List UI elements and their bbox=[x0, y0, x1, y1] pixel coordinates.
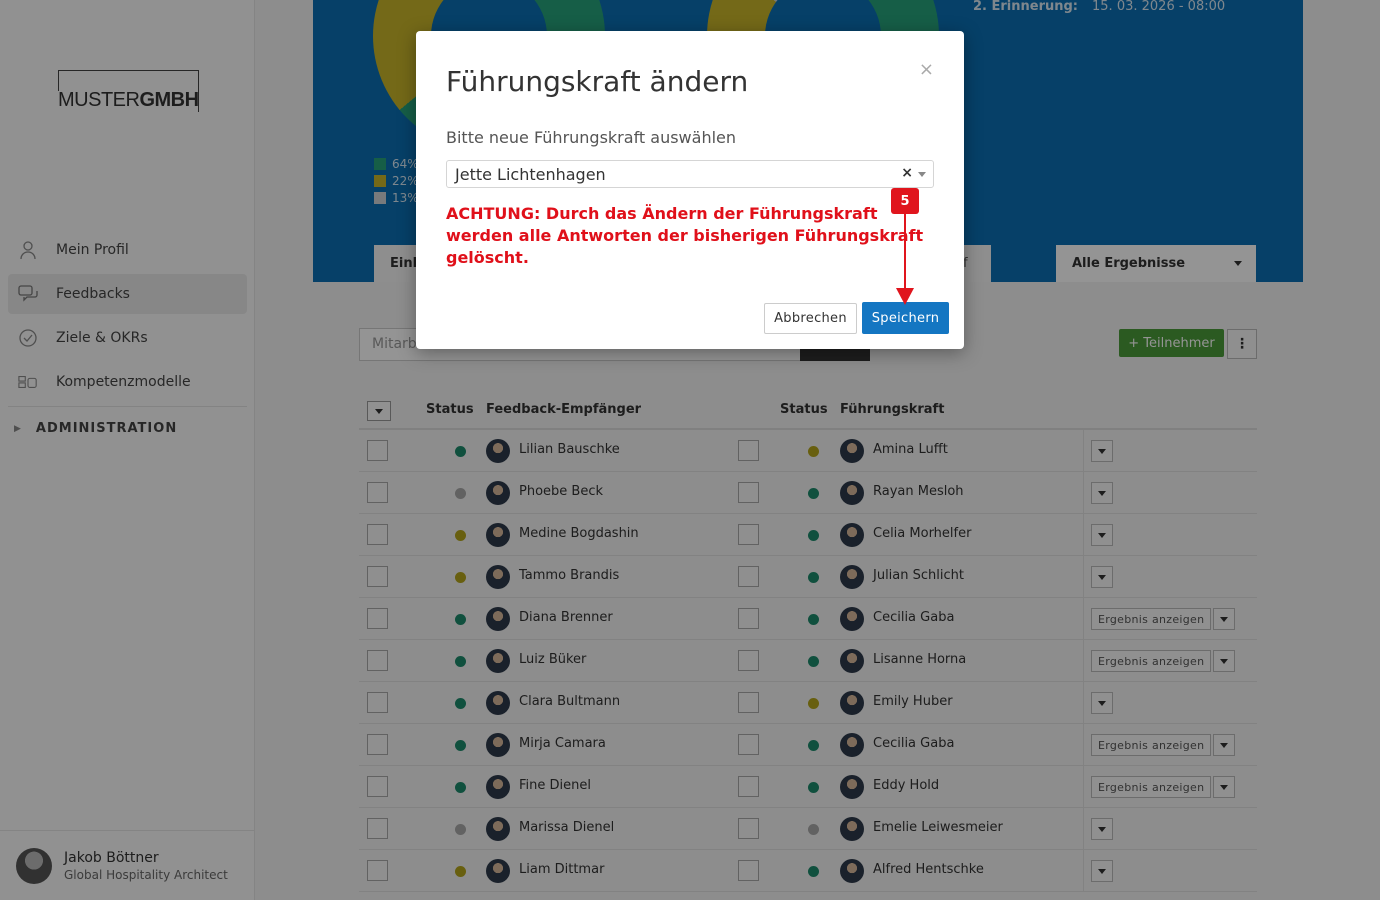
dialog-title: Führungskraft ändern bbox=[446, 65, 749, 98]
manager-select-label: Bitte neue Führungskraft auswählen bbox=[446, 128, 737, 147]
clear-selection-icon[interactable]: × bbox=[901, 165, 913, 181]
manager-select[interactable]: Jette Lichtenhagen × bbox=[446, 160, 934, 188]
close-icon[interactable]: × bbox=[919, 59, 934, 80]
warning-message: ACHTUNG: Durch das Ändern der Führungskr… bbox=[446, 204, 924, 267]
step-badge: 5 bbox=[891, 188, 919, 214]
change-manager-dialog: Führungskraft ändern × Bitte neue Führun… bbox=[416, 31, 964, 349]
selected-manager: Jette Lichtenhagen bbox=[455, 164, 606, 184]
cancel-button[interactable]: Abbrechen bbox=[764, 303, 857, 334]
save-button[interactable]: Speichern bbox=[862, 302, 949, 334]
chevron-down-icon[interactable] bbox=[918, 172, 926, 177]
annotation-arrow-icon bbox=[896, 214, 914, 305]
